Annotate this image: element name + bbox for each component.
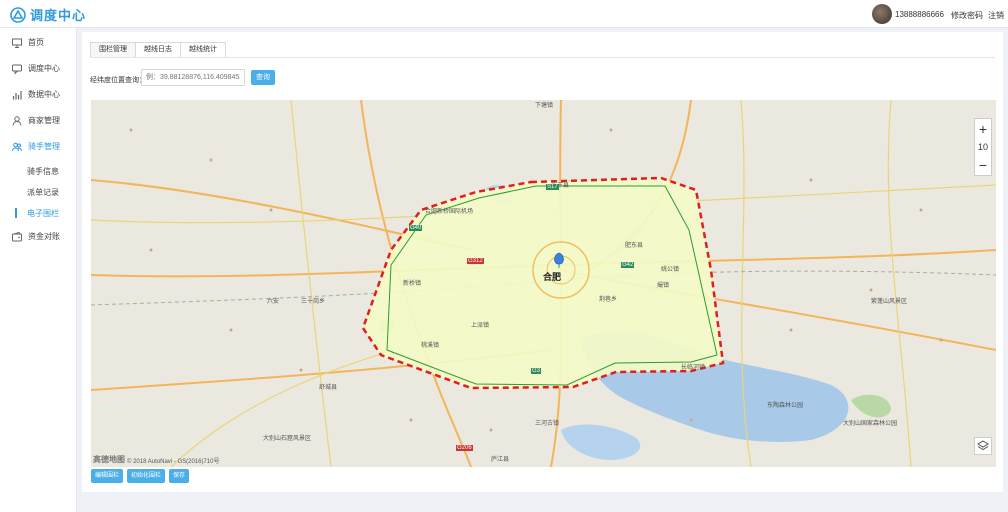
- map-copyright: © 2018 AutoNavi - GS(2016)710号: [127, 459, 220, 465]
- sidebar-item-label: 数据中心: [28, 90, 60, 99]
- bar-chart-icon: [12, 90, 22, 99]
- place-label: 大别山石窟风景区: [263, 436, 312, 442]
- sidebar-item-home[interactable]: 首页: [12, 37, 44, 48]
- logout-link[interactable]: 注销: [988, 10, 1004, 21]
- tab-bar: 围栏管理 越线日志 越线统计: [90, 42, 226, 58]
- active-indicator: [15, 208, 17, 218]
- tab-crossing-log[interactable]: 越线日志: [135, 42, 181, 58]
- users-icon: [12, 142, 22, 151]
- chat-icon: [12, 64, 22, 74]
- place-label: 庐江县: [491, 457, 510, 463]
- place-label: 姚公镇: [661, 267, 680, 273]
- place-label: 肥东县: [625, 243, 644, 249]
- zoom-control: + 10 −: [974, 118, 992, 176]
- sidebar: 首页 调度中心 数据中心 商家管理 骑手管理 骑手信息 派单记录 电子围栏 资金…: [0, 28, 77, 512]
- place-label: 撮镇: [657, 283, 670, 289]
- road-shield: S17: [546, 184, 559, 190]
- road-shield: G3: [531, 368, 542, 374]
- sidebar-item-merchant[interactable]: 商家管理: [12, 115, 60, 126]
- monitor-icon: [12, 38, 22, 48]
- place-label: 上派镇: [471, 323, 490, 329]
- search-button[interactable]: 查询: [251, 70, 275, 85]
- sidebar-subitem-rider-info[interactable]: 骑手信息: [27, 166, 59, 177]
- road-shield: G312: [467, 258, 484, 264]
- zoom-out-button[interactable]: −: [975, 155, 991, 175]
- sidebar-item-dispatch[interactable]: 调度中心: [12, 63, 60, 74]
- user-icon: [12, 115, 22, 126]
- road-shield: G42: [621, 262, 635, 268]
- init-fence-button[interactable]: 初始化围栏: [127, 469, 166, 483]
- logo[interactable]: 调度中心: [10, 5, 86, 24]
- sidebar-item-label: 骑手管理: [28, 142, 60, 151]
- tab-crossing-stats[interactable]: 越线统计: [180, 42, 226, 58]
- place-label: 三河古镇: [535, 421, 560, 427]
- sidebar-item-rider[interactable]: 骑手管理: [12, 141, 60, 152]
- logo-icon: [10, 6, 26, 23]
- place-label: 桃溪镇: [421, 343, 440, 349]
- edit-fence-button[interactable]: 编辑围栏: [91, 469, 124, 483]
- place-label: 下塘镇: [535, 103, 554, 109]
- place-label: 紫蓬山风景区: [871, 299, 908, 305]
- change-password-link[interactable]: 修改密码: [951, 10, 983, 21]
- action-bar: 编辑围栏 初始化围栏 保存: [91, 469, 190, 483]
- sidebar-item-label: 首页: [28, 38, 44, 47]
- sidebar-subitem-geofence[interactable]: 电子围栏: [27, 208, 59, 219]
- zoom-level: 10: [977, 142, 988, 152]
- logo-text: 调度中心: [30, 8, 87, 23]
- place-label: 三十岗乡: [301, 299, 326, 305]
- wallet-icon: [12, 231, 22, 241]
- place-label: 六安: [267, 299, 280, 305]
- zoom-in-button[interactable]: +: [975, 119, 991, 139]
- map-brand: 高德地图: [93, 455, 125, 464]
- road-shield: G206: [456, 445, 473, 451]
- place-label: 舒城县: [319, 385, 338, 391]
- avatar[interactable]: [872, 4, 892, 24]
- sidebar-item-finance[interactable]: 资金对账: [12, 231, 60, 242]
- top-bar: 调度中心 13888886666 修改密码 注销: [0, 0, 1008, 28]
- sidebar-subitem-dispatch-records[interactable]: 派单记录: [27, 187, 59, 198]
- layers-button[interactable]: [974, 437, 992, 455]
- sidebar-item-label: 调度中心: [28, 64, 60, 73]
- tab-divider: [90, 57, 995, 58]
- place-label: 新桥镇: [403, 281, 422, 287]
- place-label: 东陶森林公园: [767, 403, 804, 409]
- sidebar-item-label: 资金对账: [28, 232, 60, 241]
- city-label: 合肥: [543, 272, 562, 282]
- sidebar-item-data[interactable]: 数据中心: [12, 89, 60, 100]
- tab-fence-management[interactable]: 围栏管理: [90, 42, 136, 58]
- save-button[interactable]: 保存: [169, 469, 190, 483]
- place-label: 合肥新桥国际机场: [425, 209, 474, 215]
- road-shield: G40: [409, 225, 423, 231]
- map[interactable]: 合肥 六安 合肥新桥国际机场 紫蓬山风景区 大别山石窟风景区 东陶森林公园 大别…: [91, 100, 996, 467]
- place-label: 荆巷乡: [599, 297, 618, 303]
- coordinate-search-input[interactable]: [141, 69, 245, 86]
- map-background: [91, 100, 996, 467]
- search-label: 经纬度位置查询：: [90, 77, 146, 84]
- layers-icon: [977, 440, 989, 451]
- content-panel: 围栏管理 越线日志 越线统计 经纬度位置查询： 查询: [82, 32, 1003, 492]
- place-label: 长临河镇: [681, 365, 706, 371]
- place-label: 大别山国家森林公园: [843, 421, 898, 427]
- sidebar-item-label: 商家管理: [28, 116, 60, 125]
- username: 13888886666: [895, 10, 944, 19]
